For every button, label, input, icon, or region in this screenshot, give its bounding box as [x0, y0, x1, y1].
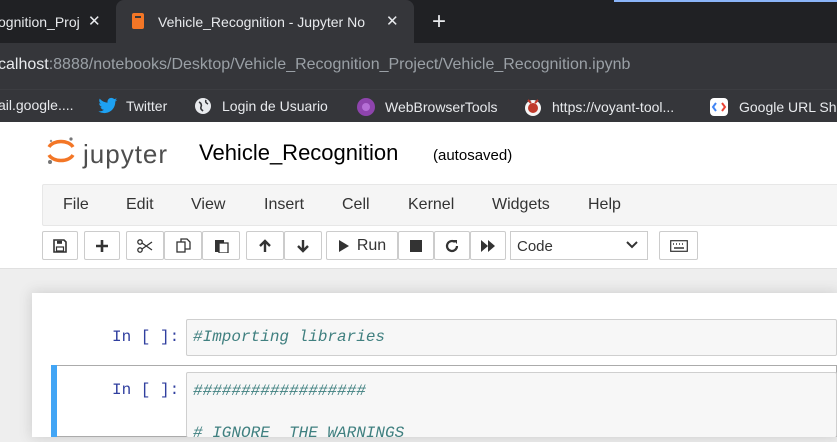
bookmark-label: Login de Usuario	[222, 98, 328, 114]
bookmark-label: ail.google....	[0, 97, 74, 113]
restart-run-all-button[interactable]	[470, 231, 506, 260]
voyant-icon	[525, 99, 541, 116]
selected-cell-indicator	[51, 365, 57, 437]
jupyter-header: jupyter Vehicle_Recognition (autosaved)	[0, 122, 837, 184]
globe-icon	[195, 98, 211, 114]
cell-prompt: In [ ]:	[112, 381, 180, 399]
arrow-up-icon	[259, 238, 271, 252]
menu-bar: File Edit View Insert Cell Kernel Widget…	[0, 184, 837, 228]
bookmark-label: Google URL Sh	[739, 99, 837, 115]
jupyter-logo-text: jupyter	[83, 139, 169, 169]
plus-icon	[96, 239, 108, 252]
google-url-icon	[710, 98, 728, 116]
paste-icon	[214, 240, 229, 253]
cell-input-area[interactable]: ################## # IGNORE THE WARNINGS	[186, 372, 837, 442]
menu-view[interactable]: View	[191, 196, 225, 214]
save-button[interactable]	[42, 231, 78, 260]
cell-code-line: ##################	[193, 382, 366, 400]
cell-prompt: In [ ]:	[112, 328, 180, 346]
cell-type-value: Code	[517, 238, 553, 255]
command-palette-button[interactable]	[659, 231, 698, 260]
menu-kernel[interactable]: Kernel	[408, 196, 454, 214]
notebook-name[interactable]: Vehicle_Recognition	[199, 140, 398, 166]
bookmark-login-de-usuario[interactable]: Login de Usuario	[194, 97, 328, 115]
restart-icon	[445, 239, 459, 252]
tab-title: ognition_Proj	[0, 13, 80, 30]
bookmark-label: Twitter	[126, 98, 168, 114]
chevron-down-icon	[625, 237, 639, 254]
run-label: Run	[356, 236, 387, 254]
bookmark-label: WebBrowserTools	[385, 99, 498, 115]
jupyter-logo-icon[interactable]	[46, 136, 76, 166]
insert-cell-button[interactable]	[84, 231, 120, 260]
address-bar[interactable]: calhost:8888/notebooks/Desktop/Vehicle_R…	[0, 43, 837, 89]
keyboard-icon	[669, 239, 688, 252]
url-text[interactable]: calhost:8888/notebooks/Desktop/Vehicle_R…	[0, 56, 630, 74]
run-button[interactable]: Run	[326, 231, 398, 260]
notebook-toolbar: Run Code	[0, 228, 837, 269]
bookmark-webbrowsertools[interactable]: WebBrowserTools	[356, 97, 498, 117]
arrow-down-icon	[297, 239, 309, 253]
move-down-button[interactable]	[284, 231, 322, 260]
window-accent-line	[614, 0, 837, 2]
webbrowsertools-icon	[357, 98, 375, 116]
cell-code-line: # IGNORE THE WARNINGS	[193, 424, 405, 442]
interrupt-kernel-button[interactable]	[398, 231, 434, 260]
paste-button[interactable]	[202, 231, 240, 260]
tab-vehicle-recognition-notebook[interactable]: Vehicle_Recognition - Jupyter No ✕	[116, 0, 414, 43]
bookmark-label: https://voyant-tool...	[552, 99, 675, 115]
fast-forward-icon	[481, 239, 495, 252]
tab-title: Vehicle_Recognition - Jupyter No	[158, 13, 366, 30]
restart-kernel-button[interactable]	[434, 231, 470, 260]
cell-input-area[interactable]: #Importing libraries	[186, 319, 837, 356]
cell-code-line: #Importing libraries	[193, 328, 386, 346]
tab-strip: ognition_Proj ✕ Vehicle_Recognition - Ju…	[0, 0, 837, 43]
menu-container: File Edit View Insert Cell Kernel Widget…	[42, 184, 837, 226]
save-icon	[53, 238, 67, 253]
close-tab-icon[interactable]: ✕	[386, 12, 399, 30]
jupyter-tab-icon	[132, 13, 144, 29]
bookmark-voyant-tools[interactable]: https://voyant-tool...	[523, 97, 674, 117]
menu-cell[interactable]: Cell	[342, 196, 370, 214]
copy-icon	[175, 238, 191, 253]
menu-widgets[interactable]: Widgets	[492, 196, 550, 214]
bookmark-google-url-shortener[interactable]: Google URL Sh	[709, 97, 837, 117]
menu-edit[interactable]: Edit	[126, 196, 154, 214]
scissors-icon	[137, 238, 153, 253]
play-icon	[338, 239, 349, 252]
bookmarks-bar: ail.google.... Twitter Login de Usuario …	[0, 89, 837, 123]
cut-button[interactable]	[126, 231, 164, 260]
stop-icon	[410, 239, 422, 252]
menu-help[interactable]: Help	[588, 196, 621, 214]
cell-type-select[interactable]: Code	[510, 231, 648, 260]
move-up-button[interactable]	[246, 231, 284, 260]
url-path: :8888/notebooks/Desktop/Vehicle_Recognit…	[48, 56, 631, 73]
copy-button[interactable]	[164, 231, 202, 260]
url-host: calhost	[0, 56, 49, 73]
twitter-icon	[98, 97, 118, 114]
menu-insert[interactable]: Insert	[264, 196, 304, 214]
menu-file[interactable]: File	[63, 196, 89, 214]
new-tab-button[interactable]: +	[432, 8, 446, 36]
autosave-status: (autosaved)	[433, 147, 513, 164]
bookmark-gmail[interactable]: ail.google....	[0, 97, 74, 113]
close-tab-icon[interactable]: ✕	[88, 12, 101, 30]
tab-vehicle-recognition-project[interactable]: ognition_Proj ✕	[0, 0, 112, 43]
bookmark-twitter[interactable]: Twitter	[98, 97, 167, 115]
